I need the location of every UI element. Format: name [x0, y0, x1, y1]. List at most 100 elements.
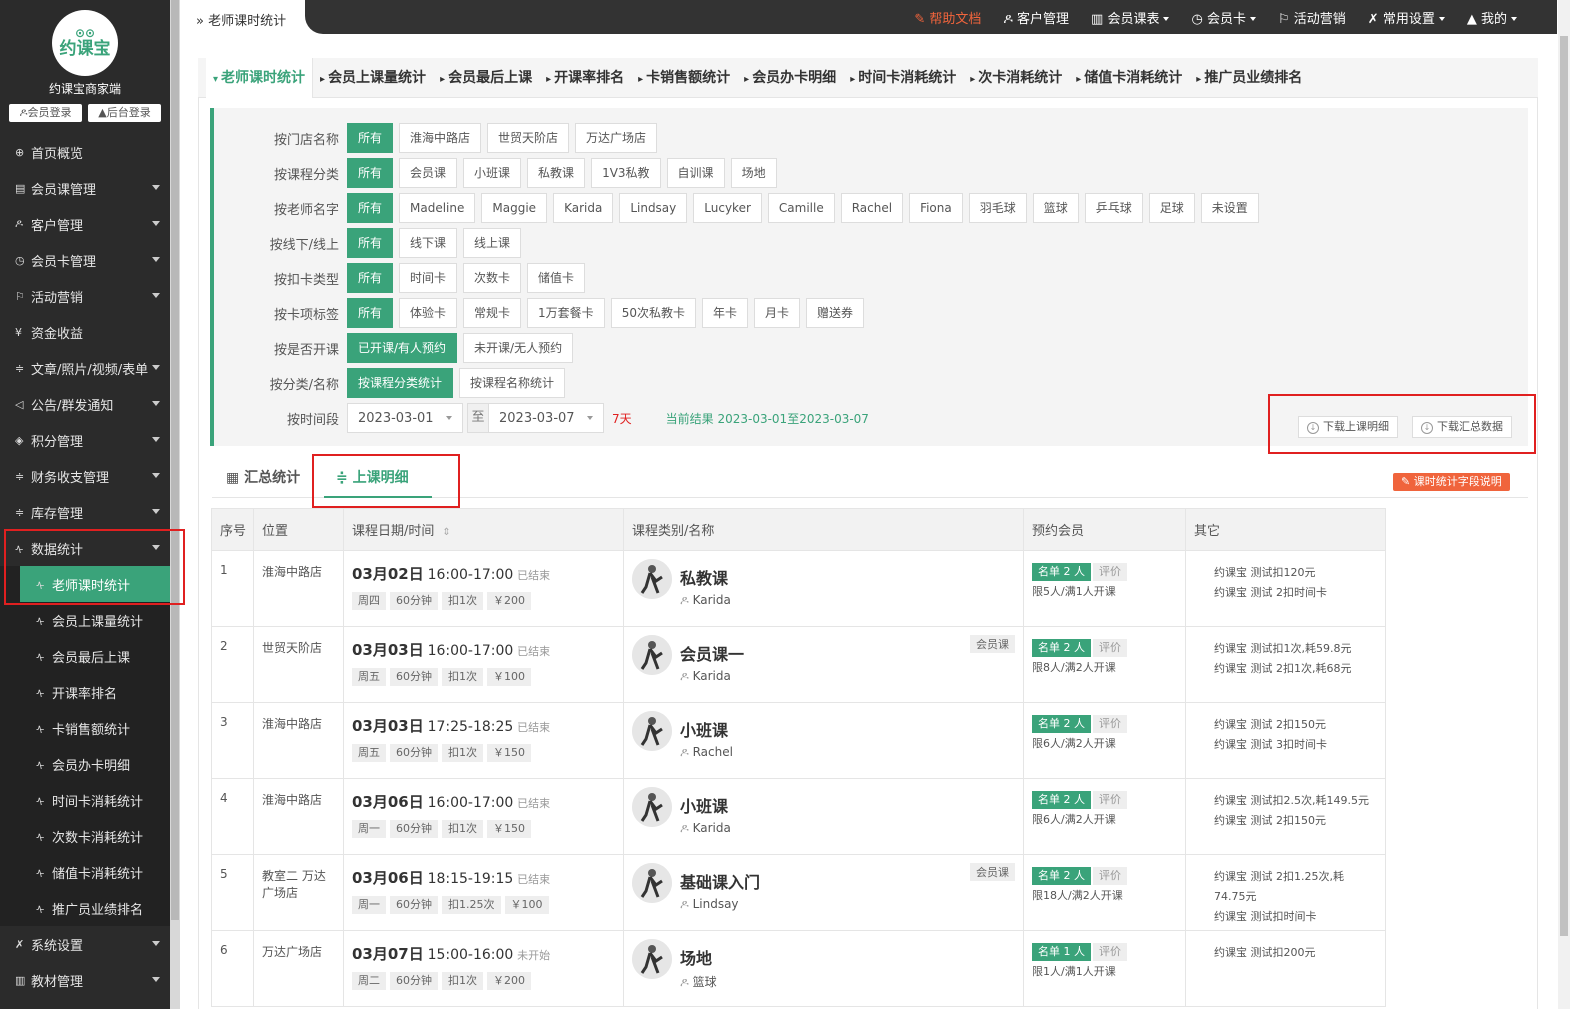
- filter-option[interactable]: 线上课: [463, 228, 522, 258]
- filter-option[interactable]: 足球: [1148, 193, 1195, 223]
- tab-5[interactable]: ▸ 会员办卡明细: [737, 58, 843, 98]
- filter-option[interactable]: 储值卡: [527, 263, 586, 293]
- course-name[interactable]: 私教课: [680, 565, 731, 589]
- filter-option[interactable]: 所有: [347, 298, 394, 328]
- filter-option[interactable]: 1万套餐卡: [527, 298, 605, 328]
- filter-option[interactable]: 按课程名称统计: [459, 368, 566, 398]
- filter-option[interactable]: 1V3私教: [591, 158, 661, 188]
- filter-option[interactable]: 私教课: [527, 158, 586, 188]
- filter-option[interactable]: 未开课/无人预约: [463, 333, 574, 363]
- sidebar-item-2[interactable]: ዶ 客户管理: [0, 206, 170, 242]
- member-login-button[interactable]: ዶ会员登录: [9, 104, 82, 122]
- sidebar-item-3[interactable]: ◷ 会员卡管理: [0, 242, 170, 278]
- sidebar-subitem-7[interactable]: ᠰ 次数卡消耗统计: [0, 818, 170, 854]
- sort-icon[interactable]: ⇕: [442, 527, 450, 538]
- filter-option[interactable]: 会员课: [399, 158, 458, 188]
- filter-option[interactable]: 淮海中路店: [399, 123, 482, 153]
- filter-option[interactable]: 年卡: [701, 298, 748, 328]
- table-row[interactable]: 5 教室二 万达广场店 03月06日 18:15-19:15 已结束 周一 60分钟 扣1…: [211, 854, 1386, 931]
- top-nav-item-3[interactable]: ⚐ 活动营销: [1278, 8, 1346, 27]
- page-scrollbar[interactable]: [1558, 0, 1570, 1009]
- table-row[interactable]: 3 淮海中路店 03月03日 17:25-18:25 已结束 周五 60分钟 扣1次 ￥15…: [211, 702, 1386, 779]
- tab-4[interactable]: ▸ 卡销售额统计: [631, 58, 737, 98]
- tab-9[interactable]: ▸ 推广员业绩排名: [1189, 58, 1309, 98]
- filter-option[interactable]: 小班课: [463, 158, 522, 188]
- member-count-badge[interactable]: 名单 1 人: [1032, 943, 1091, 961]
- filter-option[interactable]: Madeline: [399, 193, 476, 223]
- sidebar-item-0[interactable]: ⊕ 首页概览: [0, 134, 170, 170]
- sidebar-item-11[interactable]: ᠰ 数据统计: [0, 530, 170, 566]
- sidebar-item-9[interactable]: ≑ 财务收支管理: [0, 458, 170, 494]
- top-nav-item-1[interactable]: ▥ 会员课表: [1091, 8, 1169, 27]
- filter-option[interactable]: 体验卡: [399, 298, 458, 328]
- filter-option[interactable]: Lucyker: [693, 193, 762, 223]
- course-name[interactable]: 会员课一: [680, 641, 744, 665]
- sidebar-subitem-4[interactable]: ᠰ 卡销售额统计: [0, 710, 170, 746]
- tab-2[interactable]: ▸ 会员最后上课: [433, 58, 539, 98]
- tab-8[interactable]: ▸ 储值卡消耗统计: [1069, 58, 1189, 98]
- filter-option[interactable]: 常规卡: [463, 298, 522, 328]
- sidebar-subitem-9[interactable]: ᠰ 推广员业绩排名: [0, 890, 170, 926]
- filter-option[interactable]: 50次私教卡: [610, 298, 696, 328]
- sidebar-item-8[interactable]: ◈ 积分管理: [0, 422, 170, 458]
- filter-option[interactable]: 乒乓球: [1084, 193, 1143, 223]
- filter-option[interactable]: 所有: [347, 123, 394, 153]
- start-date-picker[interactable]: 2023-03-01: [347, 403, 463, 433]
- sidebar-subitem-8[interactable]: ᠰ 储值卡消耗统计: [0, 854, 170, 890]
- filter-option[interactable]: 所有: [347, 193, 394, 223]
- download-summary-button[interactable]: ↓ 下载汇总数据: [1412, 416, 1512, 438]
- table-row[interactable]: 4 淮海中路店 03月06日 16:00-17:00 已结束 周一 60分钟 扣1次 ￥15…: [211, 778, 1386, 855]
- sidebar-bottom-item-0[interactable]: ✗ 系统设置: [0, 926, 170, 962]
- filter-option[interactable]: Lindsay: [619, 193, 688, 223]
- course-name[interactable]: 基础课入门: [680, 869, 760, 893]
- filter-option[interactable]: 按课程分类统计: [347, 368, 454, 398]
- sidebar-item-5[interactable]: ¥ 资金收益: [0, 314, 170, 350]
- filter-option[interactable]: Fiona: [909, 193, 963, 223]
- filter-option[interactable]: 次数卡: [463, 263, 522, 293]
- filter-option[interactable]: 所有: [347, 158, 394, 188]
- sidebar-item-10[interactable]: ≑ 库存管理: [0, 494, 170, 530]
- sidebar-bottom-item-1[interactable]: ▥ 教材管理: [0, 962, 170, 998]
- sidebar-subitem-2[interactable]: ᠰ 会员最后上课: [0, 638, 170, 674]
- brand-logo[interactable]: ⊙⊙ 约课宝: [52, 10, 118, 76]
- evaluate-button[interactable]: 评价: [1093, 943, 1127, 961]
- tab-1[interactable]: ▸ 会员上课量统计: [313, 58, 433, 98]
- course-name[interactable]: 小班课: [680, 717, 733, 741]
- tab-detail[interactable]: ≑ 上课明细: [324, 458, 432, 498]
- sidebar-subitem-6[interactable]: ᠰ 时间卡消耗统计: [0, 782, 170, 818]
- filter-option[interactable]: 线下课: [399, 228, 458, 258]
- top-nav-item-2[interactable]: ◷ 会员卡: [1191, 8, 1256, 27]
- field-explanation-button[interactable]: ✎ 课时统计字段说明: [1393, 473, 1510, 491]
- top-nav-item-0[interactable]: ዶ 客户管理: [1003, 8, 1069, 27]
- top-nav-item-5[interactable]: ▲ 我的: [1467, 8, 1517, 27]
- top-nav-item-4[interactable]: ✗ 常用设置: [1368, 8, 1445, 27]
- filter-option[interactable]: Maggie: [481, 193, 548, 223]
- evaluate-button[interactable]: 评价: [1093, 791, 1127, 809]
- sidebar-item-4[interactable]: ⚐ 活动营销: [0, 278, 170, 314]
- download-detail-button[interactable]: ↓ 下载上课明细: [1298, 416, 1398, 438]
- end-date-picker[interactable]: 2023-03-07: [488, 403, 604, 433]
- sidebar-subitem-1[interactable]: ᠰ 会员上课量统计: [0, 602, 170, 638]
- tab-3[interactable]: ▸ 开课率排名: [539, 58, 631, 98]
- filter-option[interactable]: 月卡: [753, 298, 800, 328]
- filter-option[interactable]: 场地: [730, 158, 777, 188]
- sidebar-subitem-3[interactable]: ᠰ 开课率排名: [0, 674, 170, 710]
- filter-option[interactable]: 已开课/有人预约: [347, 333, 458, 363]
- sidebar-subitem-5[interactable]: ᠰ 会员办卡明细: [0, 746, 170, 782]
- help-docs-link[interactable]: ✎ 帮助文档: [914, 8, 981, 27]
- sidebar-item-7[interactable]: ◁ 公告/群发通知: [0, 386, 170, 422]
- sidebar-item-6[interactable]: ≑ 文章/照片/视频/表单: [0, 350, 170, 386]
- course-name[interactable]: 小班课: [680, 793, 731, 817]
- evaluate-button[interactable]: 评价: [1093, 867, 1127, 885]
- evaluate-button[interactable]: 评价: [1093, 715, 1127, 733]
- filter-option[interactable]: 万达广场店: [575, 123, 658, 153]
- filter-option[interactable]: 时间卡: [399, 263, 458, 293]
- filter-option[interactable]: 所有: [347, 228, 394, 258]
- table-row[interactable]: 1 淮海中路店 03月02日 16:00-17:00 已结束 周四 60分钟 扣1次 ￥20…: [211, 550, 1386, 627]
- filter-option[interactable]: 所有: [347, 263, 394, 293]
- sidebar-scrollbar[interactable]: [170, 0, 180, 1009]
- member-count-badge[interactable]: 名单 2 人: [1032, 867, 1091, 885]
- tab-7[interactable]: ▸ 次卡消耗统计: [963, 58, 1069, 98]
- table-row[interactable]: 6 万达广场店 03月07日 15:00-16:00 未开始 周二 60分钟 扣1次 ￥20…: [211, 930, 1386, 1007]
- member-count-badge[interactable]: 名单 2 人: [1032, 639, 1091, 657]
